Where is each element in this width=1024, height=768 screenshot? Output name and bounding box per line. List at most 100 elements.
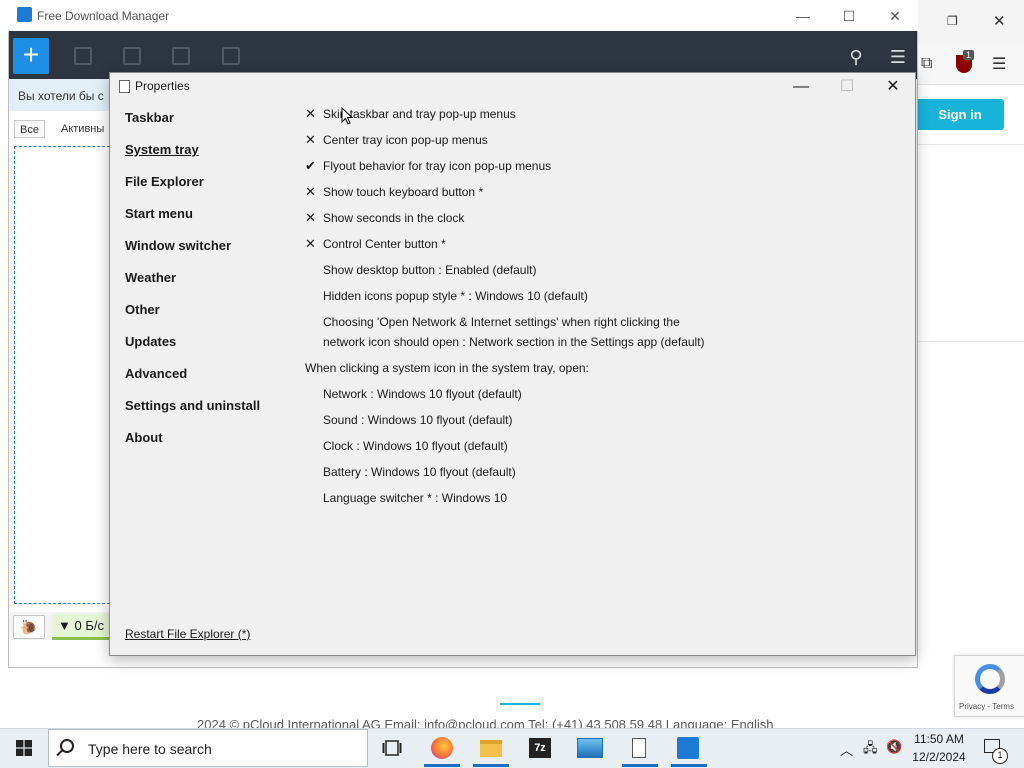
fdm-banner-text: Вы хотели бы с <box>18 89 104 103</box>
sign-in-button[interactable]: Sign in <box>916 99 1004 130</box>
setting-sound-flyout[interactable]: Sound : Windows 10 flyout (default) <box>323 410 512 430</box>
option-label: Flyout behavior for tray icon pop-up men… <box>323 159 552 173</box>
7zip-glyph: 7z <box>529 738 551 758</box>
show-hidden-icons-chevron-icon[interactable]: ︿ <box>840 740 853 759</box>
nav-other[interactable]: Other <box>125 302 160 317</box>
dialog-title: Properties <box>135 79 190 93</box>
dialog-minimize-icon[interactable]: — <box>786 75 816 99</box>
nav-settings-and-uninstall[interactable]: Settings and uninstall <box>125 398 260 413</box>
unchecked-x-icon: ✕ <box>305 236 316 251</box>
fdm-glyph <box>677 737 699 759</box>
option-touch-keyboard[interactable]: ✕ Show touch keyboard button * <box>305 182 483 202</box>
windows-logo-icon <box>16 740 32 756</box>
add-download-button[interactable]: + <box>13 38 49 74</box>
divider <box>916 144 1024 145</box>
running-indicator <box>671 764 707 767</box>
restart-file-explorer-link[interactable]: Restart File Explorer (*) <box>125 627 250 641</box>
nav-file-explorer[interactable]: File Explorer <box>125 174 204 189</box>
fdm-menu-icon[interactable]: ☰ <box>887 46 909 68</box>
resume-icon[interactable] <box>74 47 92 65</box>
divider <box>916 341 1024 342</box>
option-label: Show touch keyboard button * <box>323 185 484 199</box>
clock-time[interactable]: 11:50 AM <box>906 732 972 746</box>
setting-battery-flyout[interactable]: Battery : Windows 10 flyout (default) <box>323 462 516 482</box>
properties-app-taskbar-icon[interactable] <box>624 734 654 762</box>
recaptcha-badge[interactable]: Privacy - Terms <box>954 655 1024 717</box>
checkmark-icon: ✔ <box>305 158 316 173</box>
nav-taskbar[interactable]: Taskbar <box>125 110 174 125</box>
pause-icon[interactable] <box>123 47 141 65</box>
fdm-minimize-icon[interactable]: — <box>793 6 813 26</box>
move-icon[interactable] <box>222 47 240 65</box>
setting-network-right-click-cont[interactable]: network icon should open : Network secti… <box>323 332 705 352</box>
search-placeholder: Type here to search <box>88 741 212 757</box>
section-heading: When clicking a system icon in the syste… <box>305 361 589 375</box>
fdm-download-list[interactable] <box>14 146 110 604</box>
mouse-cursor-icon <box>341 107 353 125</box>
7zip-icon[interactable]: 7z <box>525 734 555 762</box>
nav-updates[interactable]: Updates <box>125 334 176 349</box>
free-download-manager-icon[interactable] <box>673 734 703 762</box>
nav-advanced[interactable]: Advanced <box>125 366 187 381</box>
clock-date[interactable]: 12/2/2024 <box>906 750 972 764</box>
volume-muted-icon[interactable]: 🔇 <box>886 739 902 755</box>
fdm-maximize-icon[interactable]: ☐ <box>839 6 859 26</box>
fdm-window-title: Free Download Manager <box>37 9 170 23</box>
properties-glyph <box>632 738 646 758</box>
option-show-seconds[interactable]: ✕ Show seconds in the clock <box>305 208 464 228</box>
unchecked-x-icon: ✕ <box>305 210 316 225</box>
fdm-tab-active[interactable]: Активны <box>56 120 109 138</box>
browser-close-icon[interactable]: ✕ <box>993 12 1007 30</box>
running-indicator <box>622 764 658 767</box>
option-label: Center tray icon pop-up menus <box>323 133 488 147</box>
nav-system-tray[interactable]: System tray <box>125 142 199 157</box>
nav-about[interactable]: About <box>125 430 163 445</box>
extensions-icon[interactable]: ⧉ <box>921 55 932 73</box>
delete-icon[interactable] <box>172 47 190 65</box>
nav-window-switcher[interactable]: Window switcher <box>125 238 231 253</box>
snail-mode-icon[interactable]: 🐌 <box>13 615 45 639</box>
setting-network-flyout[interactable]: Network : Windows 10 flyout (default) <box>323 384 522 404</box>
firefox-icon[interactable] <box>427 734 457 762</box>
fdm-close-icon[interactable]: ✕ <box>885 6 905 26</box>
properties-dialog: Properties — ☐ ✕ Taskbar System tray Fil… <box>109 72 916 656</box>
firefox-glyph <box>431 737 453 759</box>
option-skin-menus[interactable]: ✕ Skin taskbar and tray pop-up menus <box>305 104 516 124</box>
dialog-close-icon[interactable]: ✕ <box>878 75 908 99</box>
recaptcha-terms[interactable]: Privacy - Terms <box>959 702 1014 711</box>
unchecked-x-icon: ✕ <box>305 106 316 121</box>
photos-glyph <box>577 738 603 758</box>
fdm-logo-icon <box>17 7 32 22</box>
download-speed: ▼ 0 Б/с <box>52 614 110 640</box>
setting-hidden-icons-style[interactable]: Hidden icons popup style * : Windows 10 … <box>323 286 588 306</box>
setting-network-right-click[interactable]: Choosing 'Open Network & Internet settin… <box>323 312 680 332</box>
unchecked-x-icon: ✕ <box>305 184 316 199</box>
start-button[interactable] <box>0 728 48 768</box>
browser-restore-icon[interactable]: ❐ <box>947 14 961 28</box>
photos-icon[interactable] <box>575 734 605 762</box>
setting-language-switcher[interactable]: Language switcher * : Windows 10 <box>323 488 507 508</box>
browser-menu-icon[interactable]: ☰ <box>992 54 1006 74</box>
option-control-center[interactable]: ✕ Control Center button * <box>305 234 446 254</box>
fdm-search-icon[interactable]: ⚲ <box>845 46 867 68</box>
footer-accent-line <box>500 703 540 705</box>
ublock-badge: 1 <box>963 50 975 60</box>
nav-start-menu[interactable]: Start menu <box>125 206 193 221</box>
nav-weather[interactable]: Weather <box>125 270 176 285</box>
properties-app-icon <box>119 80 130 93</box>
task-view-glyph <box>382 740 402 756</box>
folder-glyph <box>480 739 502 757</box>
file-explorer-icon[interactable] <box>476 734 506 762</box>
unchecked-x-icon: ✕ <box>305 132 316 147</box>
fdm-tab-all[interactable]: Все <box>14 120 45 138</box>
option-label: Control Center button * <box>323 237 446 251</box>
option-center-menus[interactable]: ✕ Center tray icon pop-up menus <box>305 130 488 150</box>
setting-clock-flyout[interactable]: Clock : Windows 10 flyout (default) <box>323 436 508 456</box>
network-icon[interactable]: 🖧 <box>863 739 878 761</box>
task-view-icon[interactable] <box>377 734 407 762</box>
notification-count: 1 <box>992 748 1008 764</box>
setting-show-desktop[interactable]: Show desktop button : Enabled (default) <box>323 260 536 280</box>
option-label: Show seconds in the clock <box>323 211 465 225</box>
running-indicator <box>473 764 509 767</box>
option-flyout-behavior[interactable]: ✔ Flyout behavior for tray icon pop-up me… <box>305 156 551 176</box>
